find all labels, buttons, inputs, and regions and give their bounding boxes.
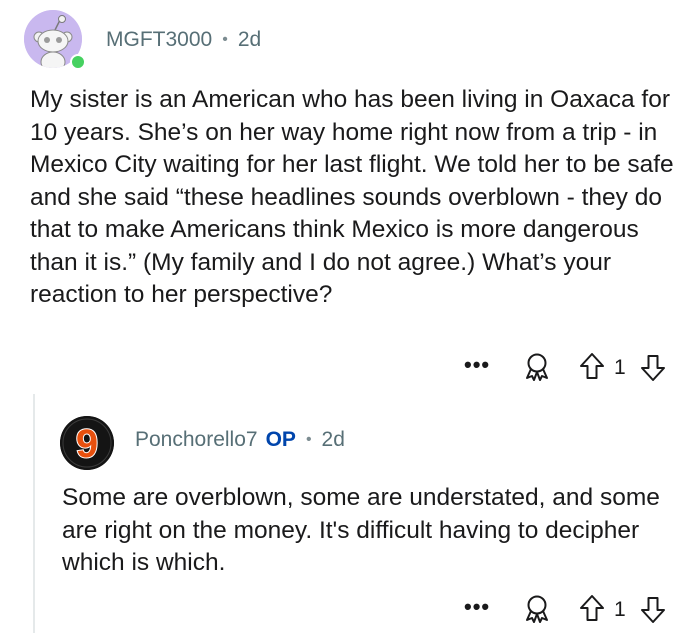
reply-upvote-button[interactable] <box>579 594 605 627</box>
thread-line[interactable] <box>33 394 35 633</box>
upvote-arrow-icon <box>580 353 604 379</box>
reply-award-button[interactable] <box>522 594 552 629</box>
avatar-nine-glyph: 9 <box>76 422 98 466</box>
upvote-arrow-icon <box>580 595 604 621</box>
reply-meta: Ponchorello7 OP • 2d <box>135 428 345 452</box>
award-button[interactable] <box>522 352 552 387</box>
comment-meta: MGFT3000 • 2d <box>106 28 261 52</box>
op-badge: OP <box>265 428 296 451</box>
meta-separator: • <box>222 31 228 48</box>
reply-avatar[interactable]: 9 <box>60 416 114 470</box>
username-link[interactable]: MGFT3000 <box>106 28 212 52</box>
reply-vote-count: 1 <box>614 598 626 621</box>
upvote-button[interactable] <box>579 352 605 385</box>
reply-downvote-button[interactable] <box>640 596 666 629</box>
vote-count: 1 <box>614 356 626 379</box>
comment-body: My sister is an American who has been li… <box>30 86 674 308</box>
reply-more-button[interactable]: ••• <box>464 594 490 620</box>
more-options-icon: ••• <box>464 352 491 377</box>
reply-username-link[interactable]: Ponchorello7 <box>135 428 258 452</box>
comment-more-button[interactable]: ••• <box>464 352 490 378</box>
online-status-dot <box>70 54 86 70</box>
award-icon <box>526 353 548 381</box>
avatar-number-nine-icon: 9 <box>60 416 114 470</box>
reply-age: 2d <box>321 428 345 451</box>
meta-separator: • <box>305 431 312 448</box>
downvote-button[interactable] <box>640 354 666 387</box>
downvote-arrow-icon <box>641 597 665 623</box>
downvote-arrow-icon <box>641 355 665 381</box>
award-icon <box>526 595 548 623</box>
comment-age: 2d <box>237 28 262 51</box>
more-options-icon: ••• <box>464 594 491 619</box>
reply-body: Some are overblown, some are understated… <box>62 484 660 576</box>
